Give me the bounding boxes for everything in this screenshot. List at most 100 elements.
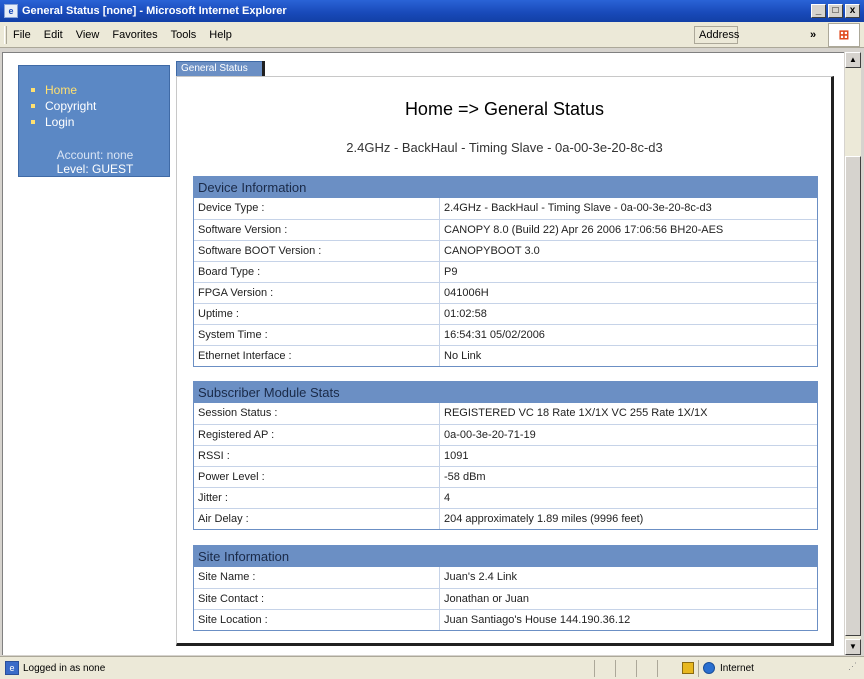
page-subtitle: 2.4GHz - BackHaul - Timing Slave - 0a-00… [346, 140, 663, 155]
globe-icon [703, 662, 715, 674]
row-label: Software BOOT Version : [194, 241, 440, 261]
row-value: -58 dBm [444, 471, 486, 483]
table-row: FPGA Version : 041006H [194, 282, 817, 303]
resize-grip-icon[interactable]: ⋰ [848, 661, 862, 675]
row-value: CANOPY 8.0 (Build 22) Apr 26 2006 17:06:… [444, 224, 724, 236]
menu-help[interactable]: Help [209, 29, 232, 41]
nav-link-login[interactable]: Login [45, 115, 74, 129]
row-value: Jonathan or Juan [444, 593, 530, 605]
menu-favorites[interactable]: Favorites [112, 29, 157, 41]
title-bar: e General Status [none] - Microsoft Inte… [0, 0, 864, 22]
row-value: No Link [444, 350, 482, 362]
row-label: Ethernet Interface : [194, 346, 440, 366]
account-label: Account: none [56, 148, 134, 162]
row-label: Uptime : [194, 304, 440, 324]
address-label[interactable]: Address [694, 25, 739, 44]
row-label: System Time : [194, 325, 440, 345]
nav-item-login[interactable]: Login [31, 114, 169, 130]
toolbar-grip[interactable] [4, 25, 7, 44]
bullet-icon [31, 88, 35, 92]
row-value: Juan's 2.4 Link [444, 571, 518, 583]
row-label: Registered AP : [194, 425, 440, 445]
table-row: Air Delay : 204 approximately 1.89 miles … [194, 508, 817, 529]
status-panel: Home => General Status 2.4GHz - BackHaul… [176, 76, 834, 646]
minimize-button[interactable]: _ [811, 4, 826, 18]
row-label: Board Type : [194, 262, 440, 282]
nav-box: Home Copyright Login Account: none Level… [18, 65, 170, 177]
row-value: CANOPYBOOT 3.0 [444, 245, 540, 257]
zone-label: Internet [720, 662, 754, 674]
lock-icon [682, 662, 694, 674]
maximize-button[interactable]: □ [828, 4, 843, 18]
tab-general-status[interactable]: General Status [176, 61, 264, 77]
table-row: Jitter : 4 [194, 487, 817, 508]
address-bar[interactable] [742, 26, 798, 44]
status-pane [636, 659, 656, 677]
row-value: Juan Santiago's House 144.190.36.12 [444, 614, 631, 626]
row-label: RSSI : [194, 446, 440, 466]
table-row: Board Type : P9 [194, 261, 817, 282]
windows-logo-icon: ⊞ [828, 22, 860, 47]
row-label: Site Location : [194, 610, 440, 630]
section-header: Site Information [194, 546, 817, 567]
menu-edit[interactable]: Edit [44, 29, 63, 41]
table-row: Ethernet Interface : No Link [194, 345, 817, 366]
tab-shadow [262, 61, 265, 77]
site-information-section: Site Information Site Name : Juan's 2.4 L… [193, 545, 818, 631]
row-label: Power Level : [194, 467, 440, 487]
status-pane [594, 659, 614, 677]
subscriber-module-stats-section: Subscriber Module Stats Session Status :… [193, 381, 818, 530]
table-row: Software Version : CANOPY 8.0 (Build 22) … [194, 219, 817, 240]
row-value: REGISTERED VC 18 Rate 1X/1X VC 255 Rate … [444, 407, 708, 419]
status-text: Logged in as none [23, 662, 106, 674]
nav-link-copyright[interactable]: Copyright [45, 99, 96, 113]
toolbar-chevron[interactable]: » [798, 29, 828, 41]
row-label: Software Version : [194, 220, 440, 240]
page-status-icon: e [5, 661, 19, 675]
row-label: Site Name : [194, 567, 440, 588]
row-value: 16:54:31 05/02/2006 [444, 329, 545, 341]
row-label: Device Type : [194, 198, 440, 219]
level-label: Level: GUEST [56, 162, 134, 176]
close-button[interactable]: x [845, 4, 860, 18]
row-value: 0a-00-3e-20-71-19 [444, 429, 536, 441]
nav-item-copyright[interactable]: Copyright [31, 98, 169, 114]
security-zone[interactable]: Internet [698, 659, 848, 677]
bullet-icon [31, 104, 35, 108]
scroll-thumb[interactable] [845, 156, 861, 636]
row-value: 01:02:58 [444, 308, 487, 320]
vertical-scrollbar[interactable]: ▲ ▼ [845, 52, 861, 655]
status-bar: e Logged in as none Internet ⋰ [0, 656, 864, 679]
table-row: Session Status : REGISTERED VC 18 Rate 1X… [194, 403, 817, 424]
window-title: General Status [none] - Microsoft Intern… [22, 5, 287, 17]
table-row: RSSI : 1091 [194, 445, 817, 466]
menu-bar: File Edit View Favorites Tools Help Addr… [0, 22, 864, 48]
ie-page-icon: e [4, 4, 18, 18]
row-value: 2.4GHz - BackHaul - Timing Slave - 0a-00… [444, 202, 712, 214]
table-row: Site Contact : Jonathan or Juan [194, 588, 817, 609]
row-value: 041006H [444, 287, 489, 299]
section-header: Device Information [194, 177, 817, 198]
page-title: Home => General Status [404, 99, 605, 119]
row-label: Session Status : [194, 403, 440, 424]
table-row: Device Type : 2.4GHz - BackHaul - Timing … [194, 198, 817, 219]
row-value: 4 [444, 492, 451, 504]
bullet-icon [31, 120, 35, 124]
menu-view[interactable]: View [76, 29, 100, 41]
scroll-down-icon[interactable]: ▼ [845, 639, 861, 655]
device-information-section: Device Information Device Type : 2.4GHz -… [193, 176, 818, 367]
scroll-up-icon[interactable]: ▲ [845, 52, 861, 68]
row-value: 204 approximately 1.89 miles (9996 feet) [444, 513, 644, 525]
row-value: 1091 [444, 450, 469, 462]
row-label: Jitter : [194, 488, 440, 508]
menu-file[interactable]: File [13, 29, 31, 41]
row-label: Air Delay : [194, 509, 440, 529]
menu-tools[interactable]: Tools [171, 29, 197, 41]
section-header: Subscriber Module Stats [194, 382, 817, 403]
nav-link-home[interactable]: Home [45, 83, 77, 97]
row-label: FPGA Version : [194, 283, 440, 303]
table-row: System Time : 16:54:31 05/02/2006 [194, 324, 817, 345]
nav-item-home[interactable]: Home [31, 82, 169, 98]
row-label: Site Contact : [194, 589, 440, 609]
table-row: Software BOOT Version : CANOPYBOOT 3.0 [194, 240, 817, 261]
